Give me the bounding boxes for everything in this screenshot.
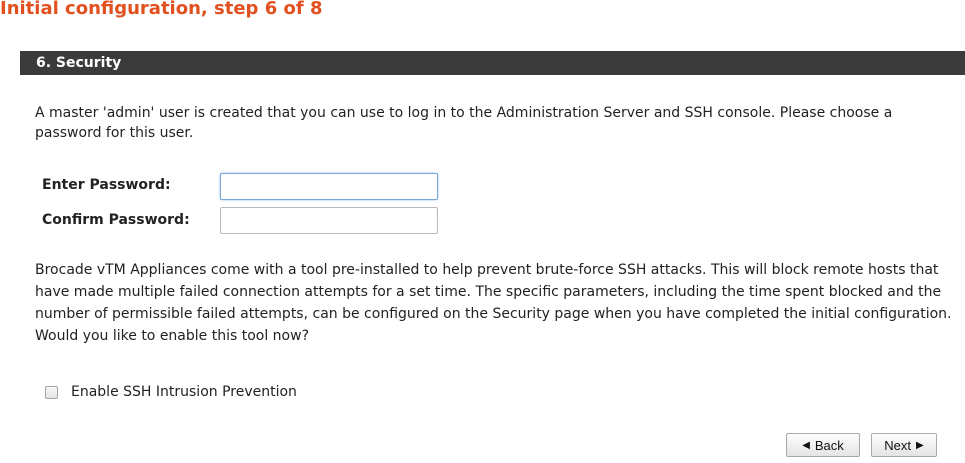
- section-header: 6. Security: [20, 51, 965, 75]
- ssh-intrusion-option[interactable]: Enable SSH Intrusion Prevention: [45, 384, 297, 400]
- page-title: Initial configuration, step 6 of 8: [0, 0, 323, 19]
- ssh-intrusion-checkbox[interactable]: [45, 385, 58, 399]
- back-button-label: Back: [814, 437, 844, 453]
- ssh-description: Brocade vTM Appliances come with a tool …: [35, 262, 952, 322]
- confirm-password-label: Confirm Password:: [42, 212, 190, 228]
- next-arrow-icon: ▶: [916, 439, 924, 451]
- next-button-label: Next: [884, 437, 912, 453]
- ssh-intrusion-label[interactable]: Enable SSH Intrusion Prevention: [71, 384, 297, 400]
- intro-text: A master 'admin' user is created that yo…: [35, 105, 893, 141]
- ssh-question: Would you like to enable this tool now?: [35, 328, 309, 344]
- ssh-description-block: Brocade vTM Appliances come with a tool …: [35, 259, 960, 347]
- back-arrow-icon: ◀: [802, 439, 810, 451]
- next-button[interactable]: Next ▶: [871, 433, 937, 457]
- enter-password-field[interactable]: [220, 173, 438, 200]
- back-button[interactable]: ◀ Back: [786, 433, 860, 457]
- enter-password-label: Enter Password:: [42, 177, 171, 193]
- confirm-password-field[interactable]: [220, 207, 438, 234]
